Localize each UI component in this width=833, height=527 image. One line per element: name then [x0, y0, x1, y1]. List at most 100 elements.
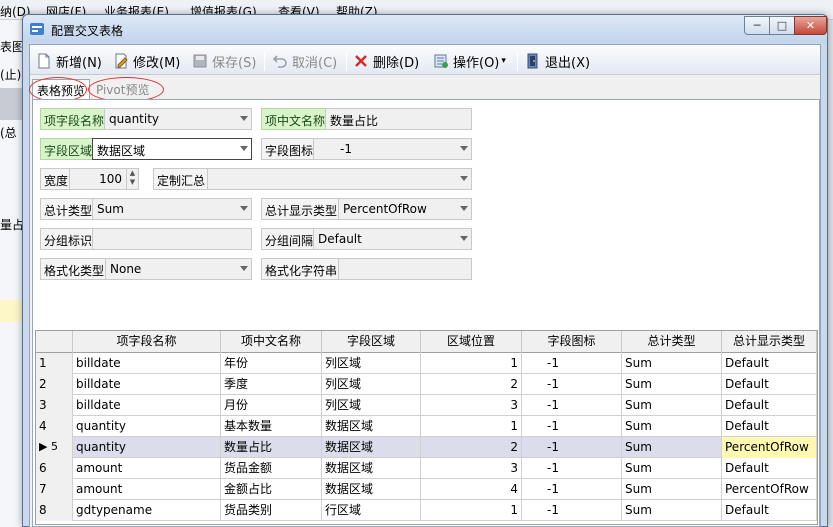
table-row[interactable]: 6 amount 货品金额 数据区域 3 -1 Sum Default: [36, 458, 817, 479]
grid-column-header[interactable]: 总计类型: [622, 331, 722, 353]
dialog-titlebar[interactable]: 配置交叉表格 ─ □ ✕: [23, 15, 827, 43]
grid-column-header[interactable]: 区域位置: [421, 331, 522, 353]
exit-button[interactable]: 退出(X): [525, 51, 590, 71]
table-cell[interactable]: 数据区域: [322, 416, 421, 437]
table-cell[interactable]: gdtypename: [73, 500, 221, 521]
chevron-down-icon[interactable]: [460, 236, 468, 241]
chevron-down-icon[interactable]: [240, 146, 248, 151]
table-cell[interactable]: 4: [421, 479, 522, 500]
table-cell[interactable]: -1: [522, 500, 622, 521]
table-cell[interactable]: Sum: [622, 374, 722, 395]
table-cell[interactable]: Default: [722, 395, 817, 416]
group-id-input[interactable]: [92, 228, 252, 250]
table-cell[interactable]: 月份: [221, 395, 322, 416]
chevron-down-icon[interactable]: [240, 116, 248, 121]
table-cell[interactable]: 数据区域: [322, 458, 421, 479]
table-cell[interactable]: -1: [522, 458, 622, 479]
table-cell[interactable]: 3: [421, 458, 522, 479]
table-cell[interactable]: 货品类别: [221, 500, 322, 521]
icon-combo[interactable]: -1: [313, 138, 472, 160]
grid-column-header[interactable]: 字段区域: [322, 331, 421, 353]
maximize-button[interactable]: □: [769, 16, 795, 35]
table-cell[interactable]: billdate: [73, 395, 221, 416]
grid-column-header[interactable]: 总计显示类型: [722, 331, 817, 353]
grid-column-header[interactable]: 项中文名称: [221, 331, 322, 353]
row-number-cell[interactable]: 7: [36, 479, 73, 500]
grid-column-header[interactable]: 项字段名称: [73, 331, 221, 353]
table-cell[interactable]: quantity: [73, 416, 221, 437]
table-cell[interactable]: Sum: [622, 479, 722, 500]
spinner-arrows-icon[interactable]: ▲ ▼: [126, 169, 138, 189]
table-cell[interactable]: -1: [522, 416, 622, 437]
table-cell[interactable]: Sum: [622, 395, 722, 416]
table-cell[interactable]: 金额占比: [221, 479, 322, 500]
table-cell[interactable]: 年份: [221, 353, 322, 374]
table-cell[interactable]: 数据区域: [322, 479, 421, 500]
table-cell[interactable]: Default: [722, 374, 817, 395]
table-cell[interactable]: billdate: [73, 353, 221, 374]
table-row[interactable]: 4 quantity 基本数量 数据区域 1 -1 Sum Default: [36, 416, 817, 437]
table-row[interactable]: 2 billdate 季度 列区域 2 -1 Sum Default: [36, 374, 817, 395]
table-cell[interactable]: Sum: [622, 437, 722, 458]
new-button[interactable]: 新增(N): [36, 51, 102, 71]
grid-column-header[interactable]: 字段图标: [522, 331, 622, 353]
close-button[interactable]: ✕: [794, 16, 827, 35]
row-number-cell[interactable]: 2: [36, 374, 73, 395]
edit-button[interactable]: 修改(M): [113, 51, 180, 71]
chevron-down-icon[interactable]: [240, 206, 248, 211]
cn-name-input[interactable]: 数量占比: [325, 108, 472, 130]
row-number-cell[interactable]: ▶ 5: [36, 437, 73, 458]
delete-button[interactable]: 删除(D): [353, 51, 419, 71]
group-interval-combo[interactable]: Default: [313, 228, 472, 250]
table-cell[interactable]: 季度: [221, 374, 322, 395]
table-row[interactable]: 7 amount 金额占比 数据区域 4 -1 Sum PercentOfRow: [36, 479, 817, 500]
table-cell[interactable]: 数据区域: [322, 437, 421, 458]
table-cell[interactable]: Sum: [622, 458, 722, 479]
table-cell[interactable]: Sum: [622, 500, 722, 521]
table-cell[interactable]: amount: [73, 458, 221, 479]
area-combo[interactable]: 数据区域: [92, 138, 252, 160]
table-cell[interactable]: 行区域: [322, 500, 421, 521]
table-row[interactable]: 3 billdate 月份 列区域 3 -1 Sum Default: [36, 395, 817, 416]
table-cell[interactable]: 货品金额: [221, 458, 322, 479]
table-cell[interactable]: 列区域: [322, 374, 421, 395]
table-cell[interactable]: Sum: [622, 416, 722, 437]
field-name-combo[interactable]: quantity: [104, 108, 252, 130]
table-cell[interactable]: Default: [722, 458, 817, 479]
row-number-cell[interactable]: 8: [36, 500, 73, 521]
format-type-combo[interactable]: None: [105, 258, 252, 280]
row-number-cell[interactable]: 4: [36, 416, 73, 437]
table-cell[interactable]: 基本数量: [221, 416, 322, 437]
table-row[interactable]: 8 gdtypename 货品类别 行区域 1 -1 Sum Default: [36, 500, 817, 521]
table-cell[interactable]: 1: [421, 416, 522, 437]
row-number-cell[interactable]: 3: [36, 395, 73, 416]
format-string-input[interactable]: [338, 258, 472, 280]
table-cell[interactable]: quantity: [73, 437, 221, 458]
table-cell[interactable]: billdate: [73, 374, 221, 395]
table-cell[interactable]: 2: [421, 437, 522, 458]
table-cell[interactable]: -1: [522, 395, 622, 416]
operate-menu-button[interactable]: 操作(O) ▾: [433, 51, 506, 71]
table-cell[interactable]: PercentOfRow: [722, 479, 817, 500]
width-spinner[interactable]: 100 ▲ ▼: [69, 168, 139, 190]
total-display-combo[interactable]: PercentOfRow: [338, 198, 472, 220]
table-cell[interactable]: Default: [722, 416, 817, 437]
table-cell[interactable]: 2: [421, 374, 522, 395]
table-cell[interactable]: Default: [722, 353, 817, 374]
table-cell[interactable]: 数量占比: [221, 437, 322, 458]
grid-column-header[interactable]: [36, 331, 73, 353]
chevron-down-icon[interactable]: [460, 206, 468, 211]
table-cell[interactable]: PercentOfRow: [722, 437, 817, 458]
table-cell[interactable]: -1: [522, 353, 622, 374]
table-cell[interactable]: Default: [722, 500, 817, 521]
table-row[interactable]: ▶ 5 quantity 数量占比 数据区域 2 -1 Sum PercentOfRow: [36, 437, 817, 458]
table-cell[interactable]: -1: [522, 374, 622, 395]
table-cell[interactable]: 1: [421, 500, 522, 521]
total-type-combo[interactable]: Sum: [92, 198, 252, 220]
table-cell[interactable]: amount: [73, 479, 221, 500]
table-cell[interactable]: 列区域: [322, 395, 421, 416]
table-cell[interactable]: 1: [421, 353, 522, 374]
row-number-cell[interactable]: 1: [36, 353, 73, 374]
cancel-button[interactable]: 取消(C): [272, 51, 337, 71]
table-cell[interactable]: 列区域: [322, 353, 421, 374]
